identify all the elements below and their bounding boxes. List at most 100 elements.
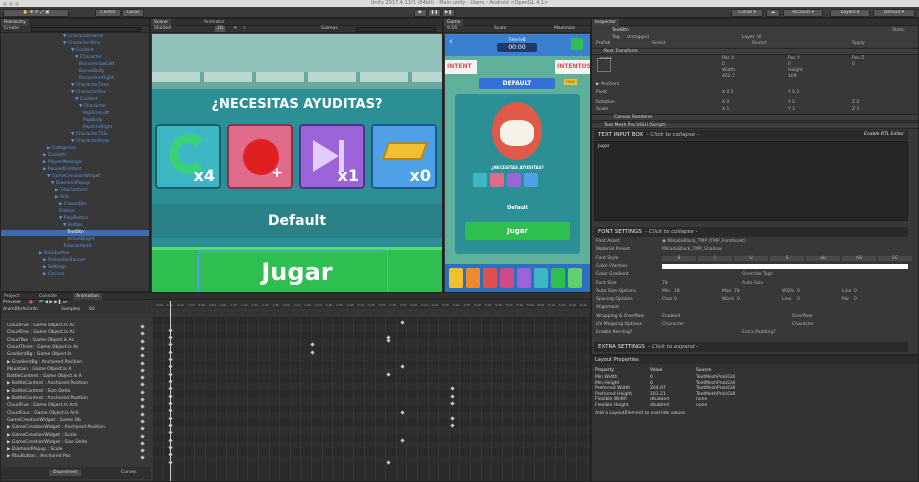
anchors-foldout[interactable]: ▶ Anchors: [596, 82, 619, 87]
hierarchy-item[interactable]: PopArmRight: [1, 125, 149, 131]
spacing-option[interactable]: 0: [797, 297, 800, 302]
booster-bomb-button[interactable]: +: [227, 124, 293, 189]
pivot-local-toggle[interactable]: Local: [122, 8, 144, 17]
layers-dropdown[interactable]: Layers ▾: [830, 8, 870, 17]
hierarchy-item[interactable]: ▶ PausedContent: [1, 167, 149, 173]
hierarchy-item[interactable]: ▶ Backbutton: [1, 251, 149, 257]
hierarchy-item[interactable]: ▼ GameCreationWidget: [1, 174, 149, 180]
animation-property-row[interactable]: GradientBg : Game Object.Is: [1, 352, 151, 358]
hierarchy-item[interactable]: ▶ Hills: [1, 195, 149, 201]
animation-property-row[interactable]: ▶ GradientBg : Anchored Position: [1, 360, 151, 366]
vertex-color-swatch[interactable]: [662, 264, 908, 269]
tab-project[interactable]: Project: [1, 293, 22, 300]
tag-dropdown[interactable]: Untagged: [627, 35, 649, 40]
object-name-field[interactable]: TextBtn: [612, 28, 629, 33]
playback-controls[interactable]: ⏮ ◀ ▶ ▶❚ ⏭: [39, 300, 67, 306]
hierarchy-item[interactable]: ▼ Button: [1, 223, 149, 229]
hierarchy-item[interactable]: BonusArmRight: [1, 76, 149, 82]
game-play-button[interactable]: Jugar: [465, 222, 570, 240]
2d-toggle[interactable]: 2D: [215, 26, 226, 32]
overflow-dropdown[interactable]: Overflow: [792, 314, 812, 319]
rotation-x-field[interactable]: X 0: [722, 100, 729, 105]
font-style-button[interactable]: S: [770, 255, 804, 261]
hierarchy-item[interactable]: ▼ Content: [1, 48, 149, 54]
hierarchy-item[interactable]: ▼ CharacterTime: [1, 83, 149, 89]
hierarchy-item[interactable]: TutorialHand: [1, 244, 149, 250]
font-style-button[interactable]: B: [662, 255, 696, 261]
font-style-button[interactable]: SC: [878, 255, 912, 261]
font-prop-value[interactable]: Character: [662, 322, 684, 327]
text-input-section[interactable]: TEXT INPUT BOX - Click to collapse - Enab…: [594, 130, 908, 140]
curves-tab[interactable]: Curves: [121, 470, 137, 476]
hierarchy-item[interactable]: ▶ Settings: [1, 265, 149, 271]
hierarchy-item[interactable]: ▶ PreloaderBanner: [1, 258, 149, 264]
audio-icon[interactable]: ♪: [243, 26, 246, 32]
hierarchy-item[interactable]: ▼ CharacterBody: [1, 139, 149, 145]
key-4[interactable]: [500, 268, 514, 288]
settings-gear-icon[interactable]: [571, 38, 583, 50]
hierarchy-item[interactable]: ▶ PlayerMessage: [1, 160, 149, 166]
hierarchy-item[interactable]: ▼ PlayButton: [1, 216, 149, 222]
tab-scene[interactable]: Scene: [151, 19, 171, 26]
timeline-ruler[interactable]: 0:000:100:200:300:400:501:001:101:201:30…: [152, 301, 590, 309]
spacing-option[interactable]: 0: [854, 297, 857, 302]
hierarchy-item[interactable]: PopBody: [1, 118, 149, 124]
tmp-component-header[interactable]: Text Mesh Pro UGUI (Script): [592, 122, 918, 129]
autosize-option[interactable]: 18: [674, 289, 680, 294]
animation-property-row[interactable]: CloudFive : Game Object.Is Ac: [1, 323, 151, 329]
back-arrow-icon[interactable]: ‹: [449, 37, 453, 47]
pos-z-field[interactable]: 0: [852, 62, 855, 67]
tab-console[interactable]: Console: [36, 293, 60, 300]
animation-property-row[interactable]: ▶ GameCreationWidget : Scale: [1, 433, 151, 439]
scene-canvas[interactable]: ¿NECESITAS AYUDITAS? x4 + x1 x0 Default …: [152, 34, 442, 292]
font-style-button[interactable]: I: [698, 255, 732, 261]
maximize-toggle[interactable]: Maximize: [554, 26, 575, 32]
hierarchy-item[interactable]: ▼ DiamondPopup: [1, 181, 149, 187]
animation-property-row[interactable]: GameCreationWidget : Game Ob: [1, 418, 151, 424]
prefab-select-button[interactable]: Select: [652, 41, 666, 46]
pivot-center-toggle[interactable]: Center: [95, 8, 121, 17]
hierarchy-item[interactable]: ▶ Canvas: [1, 272, 149, 278]
font-prop-value[interactable]: MikadoBlack_TMP_Shadow: [662, 247, 722, 252]
key-2[interactable]: [466, 268, 480, 288]
hierarchy-item[interactable]: ▶ TitleContent: [1, 188, 149, 194]
preview-toggle[interactable]: Preview: [3, 300, 21, 306]
key-6[interactable]: [534, 268, 548, 288]
animation-property-row[interactable]: ▶ BattleContent : Anchored Position: [1, 381, 151, 387]
rect-tool-icon[interactable]: ▣: [45, 10, 49, 15]
extra-settings-section[interactable]: EXTRA SETTINGS - Click to expand -: [594, 342, 908, 352]
rect-transform-header[interactable]: Rect Transform: [592, 48, 918, 55]
layer-dropdown[interactable]: UI: [757, 35, 762, 40]
booster-skip-button[interactable]: x1: [299, 124, 365, 189]
key-8[interactable]: [568, 268, 582, 288]
width-field[interactable]: 462.7: [722, 74, 735, 79]
font-style-button[interactable]: U: [734, 255, 768, 261]
rtl-editor-toggle[interactable]: Enable RTL Editor: [864, 130, 904, 140]
hierarchy-item[interactable]: ▼ CharacterTitle: [1, 132, 149, 138]
lighting-icon[interactable]: ☀: [233, 26, 237, 32]
animation-property-row[interactable]: ▶ DiamondPopup : Scale: [1, 447, 151, 453]
font-prop-value[interactable]: Enabled: [662, 314, 680, 319]
account-dropdown[interactable]: Account ▾: [783, 8, 823, 17]
clip-dropdown[interactable]: AnimBtnAnimIn: [3, 307, 38, 313]
static-toggle[interactable]: Static: [892, 28, 905, 33]
step-button[interactable]: ▶❚: [442, 8, 455, 17]
scale-slider[interactable]: Scale: [494, 26, 506, 32]
rotate-tool-icon[interactable]: ⟳: [35, 10, 39, 15]
animation-property-row[interactable]: CloudTwo : Game Object.Is Ac: [1, 338, 151, 344]
animation-property-row[interactable]: CloudOne : Game Object.Is Ac: [1, 330, 151, 336]
game-booster-1[interactable]: [473, 173, 487, 187]
hierarchy-item[interactable]: ▼ Content: [1, 97, 149, 103]
hierarchy-item[interactable]: ▶ ClosedBtn: [1, 202, 149, 208]
autosize-option[interactable]: 0: [854, 289, 857, 294]
uv-vertical-dropdown[interactable]: Character: [792, 322, 814, 327]
hierarchy-item[interactable]: Ribbon: [1, 209, 149, 215]
scale-y-field[interactable]: Y 1: [788, 107, 795, 112]
tab-inspector[interactable]: Inspector: [592, 19, 619, 26]
key-1[interactable]: [449, 268, 463, 288]
hierarchy-item[interactable]: ▼ CharacterRec: [1, 90, 149, 96]
spacing-option[interactable]: 0: [737, 297, 740, 302]
height-field[interactable]: 109: [788, 74, 797, 79]
hierarchy-item[interactable]: BonusArrowLeft: [1, 62, 149, 68]
samples-field[interactable]: 60: [89, 307, 95, 313]
